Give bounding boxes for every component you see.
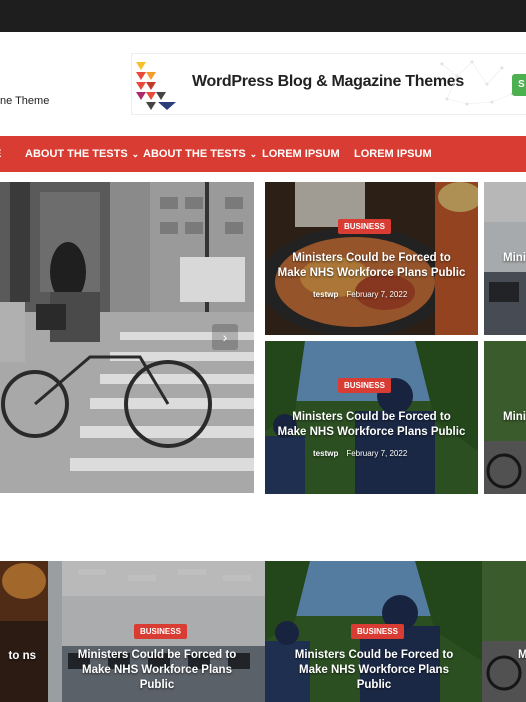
photo-overlay — [0, 561, 48, 702]
post-title[interactable]: Ministers Could be Forced to Make NHS Wo… — [277, 251, 466, 281]
post-meta: testwp February 7, 2022 — [313, 290, 407, 299]
banner-button[interactable]: S — [512, 74, 526, 96]
main-nav: E ABOUT THE TESTS⌄ ABOUT THE TESTS⌄ LORE… — [0, 136, 526, 172]
post-card[interactable]: Mini N — [484, 182, 526, 335]
chevron-down-icon: ⌄ — [131, 149, 140, 159]
post-card[interactable]: BUSINESS Ministers Could be Forced to Ma… — [48, 561, 265, 702]
slider-next-arrow[interactable]: › — [212, 324, 238, 350]
category-badge[interactable]: BUSINESS — [338, 219, 391, 234]
post-title[interactable]: to ns — [0, 649, 36, 664]
nav-item-lorem-ipsum-2[interactable]: LOREM IPSUM — [354, 136, 432, 172]
post-card[interactable]: BUSINESS Ministers Could be Forced to Ma… — [265, 341, 478, 494]
category-badge[interactable]: BUSINESS — [134, 624, 187, 639]
banner-text: WordPress Blog & Magazine Themes — [192, 73, 464, 90]
post-date: February 7, 2022 — [346, 290, 408, 299]
nav-item-lorem-ipsum-1[interactable]: LOREM IPSUM — [262, 136, 340, 172]
post-author[interactable]: testwp — [313, 290, 338, 299]
nav-item-label: E — [0, 148, 1, 160]
post-title[interactable]: Mini N — [503, 251, 526, 266]
post-card[interactable]: Mini N — [484, 341, 526, 494]
post-card[interactable]: M — [482, 561, 526, 702]
chevron-down-icon: ⌄ — [249, 149, 258, 159]
nav-item-label: ABOUT THE TESTS — [25, 148, 128, 160]
post-date: February 7, 2022 — [346, 449, 408, 458]
nav-item-about-tests-1[interactable]: ABOUT THE TESTS ⌄ — [25, 136, 139, 172]
nav-item-label: LOREM IPSUM — [262, 148, 340, 160]
post-title[interactable]: Ministers Could be Forced to Make NHS Wo… — [72, 648, 242, 693]
top-bar — [0, 0, 526, 32]
nav-item-label: LOREM IPSUM — [354, 148, 432, 160]
post-card[interactable]: BUSINESS Ministers Could be Forced to Ma… — [265, 561, 482, 702]
post-title[interactable]: Mini N — [503, 410, 526, 425]
nav-item-partial[interactable]: E — [0, 136, 1, 172]
ad-banner[interactable]: WordPress Blog & Magazine Themes S — [131, 53, 526, 115]
post-card[interactable]: to ns — [0, 561, 48, 702]
nav-item-label: ABOUT THE TESTS — [143, 148, 246, 160]
nav-item-about-tests-2[interactable]: ABOUT THE TESTS ⌄ — [143, 136, 257, 172]
photo-overlay — [482, 561, 526, 702]
category-badge[interactable]: BUSINESS — [338, 378, 391, 393]
site-tagline: ne Theme — [0, 95, 50, 107]
post-author[interactable]: testwp — [313, 449, 338, 458]
post-card[interactable]: BUSINESS Ministers Could be Forced to Ma… — [265, 182, 478, 335]
category-badge[interactable]: BUSINESS — [351, 624, 404, 639]
banner-logo-icon — [136, 62, 176, 110]
post-title[interactable]: M — [518, 648, 526, 663]
post-meta: testwp February 7, 2022 — [313, 449, 407, 458]
post-title[interactable]: Ministers Could be Forced to Make NHS Wo… — [277, 410, 466, 440]
post-title[interactable]: Ministers Could be Forced to Make NHS Wo… — [289, 648, 459, 693]
